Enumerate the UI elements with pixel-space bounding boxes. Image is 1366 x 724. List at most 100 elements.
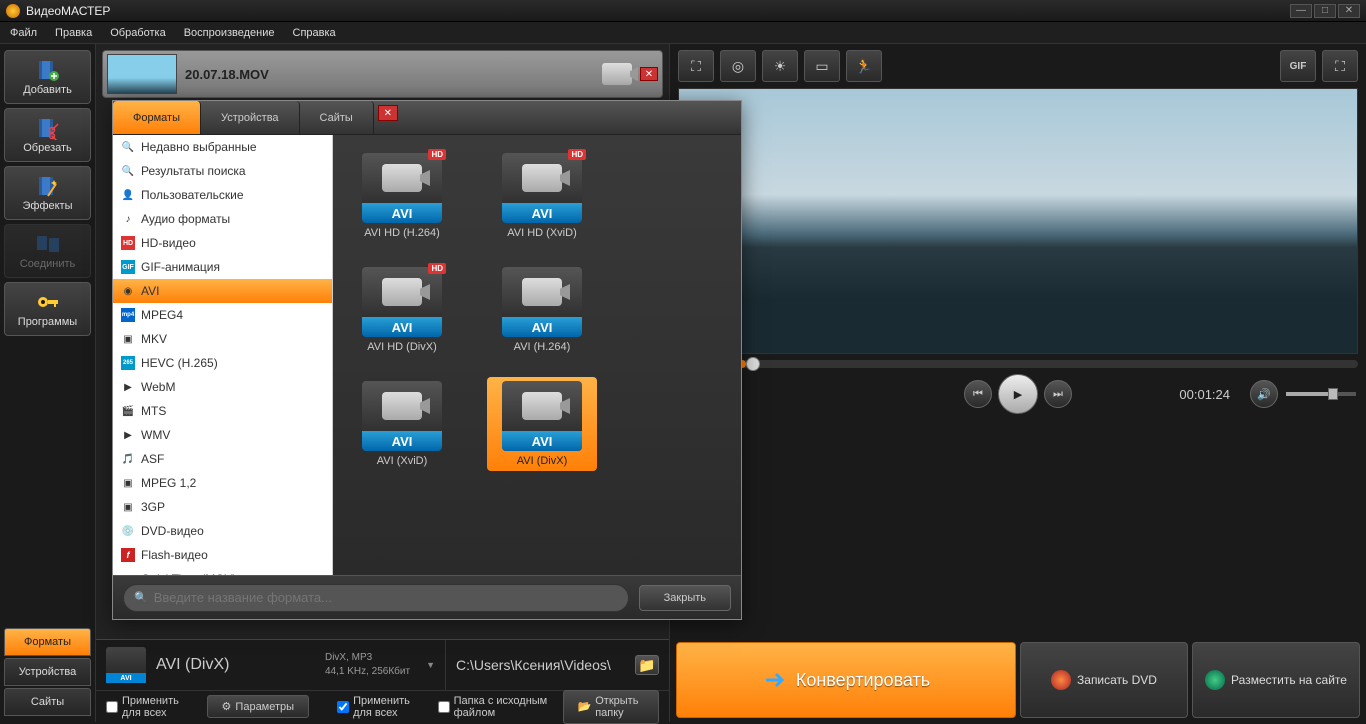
seek-handle[interactable] [746,357,760,371]
remove-file-button[interactable]: ✕ [640,67,658,81]
running-icon: 🏃 [855,58,872,75]
category-item[interactable]: QQuickTime (MOV) [113,567,332,575]
popup-close-btn[interactable]: Закрыть [639,585,731,611]
category-item[interactable]: ◉AVI [113,279,332,303]
category-item[interactable]: ▣MPEG 1,2 [113,471,332,495]
category-label: HD-видео [141,236,196,250]
category-item[interactable]: GIFGIF-анимация [113,255,332,279]
popup-tab-devices[interactable]: Устройства [201,101,300,134]
seek-bar[interactable] [678,360,1358,368]
sparkle-icon: ◎ [732,58,744,75]
category-label: Пользовательские [141,188,244,202]
category-item[interactable]: ▣3GP [113,495,332,519]
sidebar: Добавить Обрезать Эффекты Соединить Прог… [0,44,96,722]
search-box[interactable]: 🔍 [123,584,629,612]
category-item[interactable]: fFlash-видео [113,543,332,567]
format-item[interactable]: AVIAVI (XviD) [347,377,457,471]
play-icon: ▶ [1014,388,1022,401]
menu-file[interactable]: Файл [10,27,37,39]
camera-icon [602,63,632,85]
category-label: WMV [141,428,170,442]
category-item[interactable]: 🔍Результаты поиска [113,159,332,183]
category-item[interactable]: 265HEVC (H.265) [113,351,332,375]
search-input[interactable] [154,590,618,605]
publish-button[interactable]: Разместить на сайте [1192,642,1360,718]
format-item[interactable]: AVIAVI (DivX) [487,377,597,471]
titlebar: ВидеоМАСТЕР — □ ✕ [0,0,1366,22]
format-caption: AVI HD (DivX) [367,341,436,353]
menu-process[interactable]: Обработка [110,27,165,39]
category-item[interactable]: ▶WMV [113,423,332,447]
hd-badge: HD [428,263,446,274]
programs-button[interactable]: Программы [4,282,91,336]
skip-back-icon: ⏮ [973,388,983,401]
format-caption: AVI HD (XviD) [507,227,576,239]
category-item[interactable]: 🎵ASF [113,447,332,471]
browse-folder-button[interactable]: 📁 [635,655,659,675]
popup-tab-sites[interactable]: Сайты [300,101,374,134]
hd-badge: HD [428,149,446,160]
film-wand-icon [36,174,60,198]
minimize-button[interactable]: — [1290,4,1312,18]
volume-slider[interactable] [1286,392,1356,396]
menu-help[interactable]: Справка [293,27,336,39]
gif-button[interactable]: GIF [1280,50,1316,82]
add-button[interactable]: Добавить [4,50,91,104]
left-tab-devices[interactable]: Устройства [4,658,91,686]
chevron-down-icon[interactable]: ▼ [426,660,435,670]
category-item[interactable]: 💿DVD-видео [113,519,332,543]
next-button[interactable]: ⏭ [1044,380,1072,408]
volume-button[interactable]: 🔊 [1250,380,1278,408]
open-folder-button[interactable]: 📂Открыть папку [563,690,659,724]
category-item[interactable]: 👤Пользовательские [113,183,332,207]
camera-icon [522,392,562,420]
burn-dvd-button[interactable]: Записать DVD [1020,642,1188,718]
category-item[interactable]: 🔍Недавно выбранные [113,135,332,159]
src-folder-checkbox[interactable]: Папка с исходным файлом [438,695,549,719]
enhance-button[interactable]: ◎ [720,50,756,82]
category-label: ASF [141,452,164,466]
effects-button[interactable]: Эффекты [4,166,91,220]
category-label: DVD-видео [141,524,204,538]
category-item[interactable]: ▶WebM [113,375,332,399]
menu-edit[interactable]: Правка [55,27,92,39]
apply-all-checkbox-2[interactable]: Применить для всех [337,695,424,719]
text-button[interactable]: ▭ [804,50,840,82]
file-row[interactable]: 20.07.18.MOV ✕ [102,50,663,98]
fullscreen-button[interactable]: ⛶ [1322,50,1358,82]
right-pane: ⛶ ◎ ☀ ▭ 🏃 GIF ⛶ ⏮ ▶ ⏭ 00:01:24 🔊 [669,44,1366,722]
format-summary[interactable]: AVI AVI (DivX) DivX, MP3 44,1 KHz, 256Кб… [96,640,446,690]
category-item[interactable]: ♪Аудио форматы [113,207,332,231]
preview-area[interactable] [678,88,1358,354]
brightness-button[interactable]: ☀ [762,50,798,82]
maximize-button[interactable]: □ [1314,4,1336,18]
format-item[interactable]: HDAVIAVI HD (H.264) [347,149,457,243]
cut-button[interactable]: Обрезать [4,108,91,162]
speed-button[interactable]: 🏃 [846,50,882,82]
play-button[interactable]: ▶ [998,374,1038,414]
speaker-icon: 🔊 [1257,388,1271,401]
category-item[interactable]: mp4MPEG4 [113,303,332,327]
category-item[interactable]: 🎬MTS [113,399,332,423]
left-tab-sites[interactable]: Сайты [4,688,91,716]
close-window-button[interactable]: ✕ [1338,4,1360,18]
left-tab-formats[interactable]: Форматы [4,628,91,656]
category-item[interactable]: HDHD-видео [113,231,332,255]
search-icon: 🔍 [134,591,148,604]
format-item[interactable]: HDAVIAVI HD (XviD) [487,149,597,243]
format-item[interactable]: AVIAVI (H.264) [487,263,597,357]
popup-tab-formats[interactable]: Форматы [113,101,201,134]
sun-icon: ☀ [774,58,787,75]
prev-button[interactable]: ⏮ [964,380,992,408]
apply-all-checkbox[interactable]: Применить для всех [106,695,193,719]
format-label: AVI [502,317,582,337]
popup-close-button[interactable]: ✕ [378,105,398,121]
convert-button[interactable]: Конвертировать [676,642,1016,718]
menu-playback[interactable]: Воспроизведение [184,27,275,39]
crop-button[interactable]: ⛶ [678,50,714,82]
menubar: Файл Правка Обработка Воспроизведение Сп… [0,22,1366,44]
params-button[interactable]: ⚙Параметры [207,695,310,718]
category-item[interactable]: ▣MKV [113,327,332,351]
category-label: Результаты поиска [141,164,246,178]
format-item[interactable]: HDAVIAVI HD (DivX) [347,263,457,357]
